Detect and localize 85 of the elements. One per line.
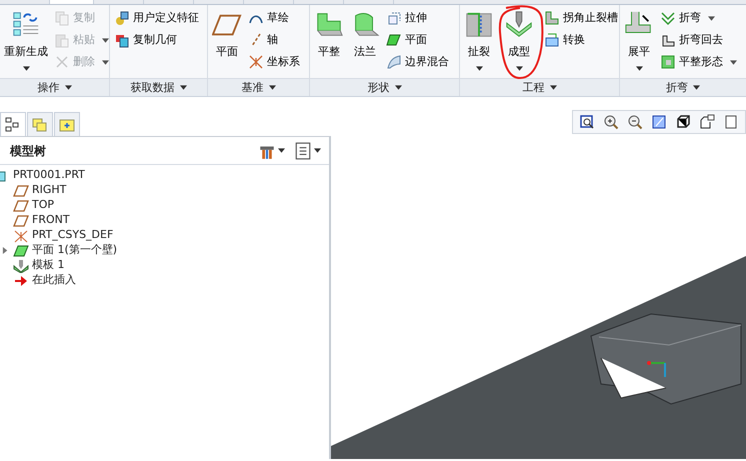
folders-icon — [32, 116, 48, 132]
feature-icon — [114, 10, 130, 26]
caret-icon — [278, 148, 284, 153]
saved-views-icon — [699, 114, 715, 130]
tree-item[interactable]: TOP — [32, 197, 54, 214]
ribbon-button[interactable]: 转换 — [542, 30, 619, 50]
caret-icon — [730, 60, 737, 64]
ribbon-button[interactable]: 用户定义特征 — [112, 8, 201, 28]
list-settings-icon — [294, 142, 312, 160]
blend-icon — [386, 54, 402, 70]
caret-icon — [180, 85, 186, 90]
caret-icon — [708, 16, 715, 20]
panel-title: 模型树 — [10, 142, 46, 160]
group-label[interactable]: 折弯 — [620, 78, 746, 96]
caret-icon — [394, 85, 402, 90]
tree-item[interactable]: 模板 1 — [32, 257, 64, 274]
extrude-icon — [386, 10, 402, 26]
caret-icon — [693, 85, 700, 90]
flat-surface-icon — [386, 32, 402, 48]
zoom-fit-icon — [579, 114, 595, 130]
expand-arrow-icon[interactable] — [2, 246, 8, 254]
ribbon-button[interactable]: 折弯回去 — [658, 30, 739, 50]
group-label[interactable]: 工程 — [460, 78, 619, 96]
ribbon-button[interactable]: 草绘 — [246, 8, 302, 28]
plane-icon — [13, 184, 29, 198]
ribbon-button[interactable]: 平面 — [210, 8, 244, 78]
caret-icon — [102, 60, 109, 64]
ribbon-button[interactable]: 边界混合 — [384, 52, 451, 72]
ribbon-button[interactable]: 平整 — [312, 8, 346, 78]
tree-item[interactable]: PRT0001.PRT — [13, 167, 85, 184]
arrow-icon — [13, 274, 29, 288]
ribbon-button[interactable]: 平面 — [384, 30, 451, 50]
group-label[interactable]: 获取数据 — [110, 78, 207, 96]
ribbon-button[interactable]: 拐角止裂槽 — [542, 8, 619, 28]
ribbon-button[interactable]: 轴 — [246, 30, 302, 50]
copy-icon — [54, 10, 70, 26]
folder-icon — [59, 116, 75, 132]
tree-icon — [5, 116, 21, 132]
conversion-icon — [544, 32, 560, 48]
ribbon-button[interactable]: 坐标系 — [246, 52, 302, 72]
layers-icon — [723, 114, 739, 130]
ribbon-button[interactable]: 重新生成 — [2, 8, 50, 78]
tree-item[interactable]: FRONT — [32, 212, 70, 229]
group-label[interactable]: 操作 — [0, 78, 109, 96]
caret-icon — [102, 38, 109, 42]
coordinate-system-icon — [13, 228, 29, 242]
tree-item[interactable]: 平面 1(第一个壁) — [32, 242, 118, 259]
repaint-icon — [651, 114, 667, 130]
group-label[interactable]: 形状 — [310, 78, 459, 96]
delete-icon — [54, 54, 70, 70]
ribbon-button[interactable]: 展平 — [622, 8, 656, 78]
caret-icon — [22, 66, 30, 70]
zoom-out-icon — [627, 114, 643, 130]
plane-icon — [13, 198, 29, 212]
tree-item[interactable]: RIGHT — [32, 182, 66, 199]
zoom-in-icon — [603, 114, 619, 130]
form-icon — [13, 258, 29, 272]
bend-icon — [660, 10, 676, 26]
wall-icon — [13, 244, 29, 258]
coordinate-system-icon — [248, 54, 264, 70]
caret-icon — [268, 85, 276, 90]
tree-item[interactable]: 在此插入 — [32, 272, 76, 289]
caret-icon — [64, 85, 72, 90]
corner-relief-icon — [544, 10, 560, 26]
flat-pattern-icon — [660, 54, 676, 70]
group-label[interactable]: 基准 — [208, 78, 309, 96]
tree-item[interactable]: PRT_CSYS_DEF — [32, 227, 114, 244]
copy-geometry-icon — [114, 32, 130, 48]
caret-icon — [516, 66, 522, 70]
sheet-metal-part[interactable] — [590, 314, 742, 405]
ribbon-button[interactable]: 平整形态 — [658, 52, 739, 72]
cube-icon — [675, 114, 691, 130]
caret-icon — [476, 66, 482, 70]
navigator-tab[interactable] — [0, 112, 26, 136]
ribbon-button[interactable]: 扯裂 — [462, 8, 496, 78]
ribbon-button[interactable]: 拉伸 — [384, 8, 451, 28]
plane-icon — [13, 214, 29, 228]
caret-icon — [550, 85, 556, 90]
ribbon-button[interactable]: 折弯 — [658, 8, 739, 28]
caret-icon — [314, 148, 321, 153]
ribbon-button[interactable]: 成型 — [502, 8, 536, 78]
caret-icon — [636, 66, 642, 70]
ribbon-button[interactable]: 复制几何 — [112, 30, 201, 50]
ribbon-button[interactable]: 法兰 — [348, 8, 382, 78]
paste-icon — [54, 32, 70, 48]
